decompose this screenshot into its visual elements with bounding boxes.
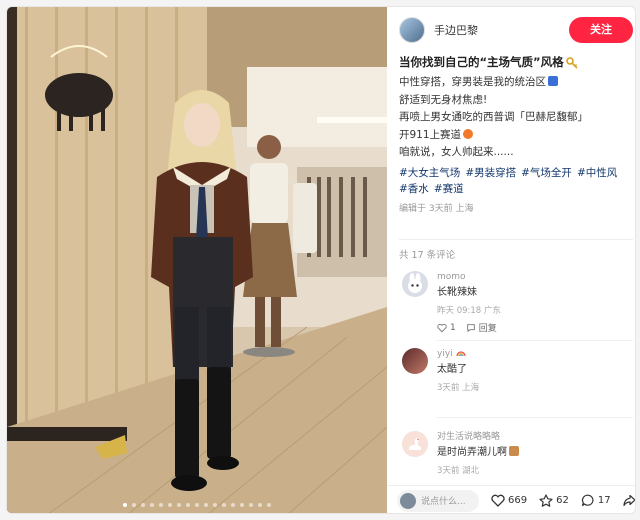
commenter-name-text: yiyi — [437, 349, 453, 359]
target-emoji-icon — [463, 128, 474, 139]
swan-avatar-icon — [409, 438, 422, 450]
post-line-text: 中性穿搭，穿男装是我的统治区 — [399, 76, 546, 88]
comment-count-badge: 17 — [597, 495, 611, 506]
post-body-line: 咱就说，女人帅起来...... — [399, 146, 514, 158]
emoji-sticker-icon — [509, 446, 519, 456]
comment-separator — [437, 340, 633, 341]
carousel-dot[interactable] — [231, 503, 235, 507]
tag-list: #大女主气场 #男装穿搭 #气场全开 #中性风 #香水 #赛道 — [399, 165, 631, 197]
carousel-dot[interactable] — [195, 503, 199, 507]
comment-like-button[interactable]: 1 — [437, 323, 456, 333]
rainbow-emoji-icon — [455, 351, 466, 357]
post-line-text: 开911上赛道 — [399, 128, 462, 141]
rabbit-avatar-icon — [408, 273, 422, 293]
commenter-name[interactable]: momo — [437, 271, 627, 283]
hashtag-link[interactable]: #气场全开 — [521, 167, 572, 179]
photo-illustration — [7, 7, 387, 513]
carousel-dot[interactable] — [177, 503, 181, 507]
comment-text: 长靴辣妹 — [437, 287, 477, 298]
commenter-name[interactable]: 对生活说略略略 — [437, 431, 627, 443]
share-icon — [622, 494, 635, 507]
post-detail-card: 手边巴黎 关注 当你找到自己的“主场气质”风格 中性穿搭，穿男装是我的统治区 舒… — [6, 6, 636, 514]
carousel-dot[interactable] — [204, 503, 208, 507]
suit-emoji-icon — [548, 76, 558, 86]
author-name[interactable]: 手边巴黎 — [434, 22, 478, 38]
carousel-dot[interactable] — [159, 503, 163, 507]
post-photo[interactable] — [7, 7, 387, 513]
comment-reply-label: 回复 — [478, 324, 497, 334]
comment-bubble-icon — [581, 494, 594, 507]
comment-input[interactable]: 说点什么... — [397, 489, 479, 512]
reply-icon — [466, 323, 475, 332]
comment-actions: 1 回复 — [437, 321, 627, 334]
star-icon — [539, 494, 553, 507]
carousel-dot[interactable] — [186, 503, 190, 507]
comment-separator — [437, 417, 633, 418]
comment-button[interactable]: 17 — [581, 494, 611, 507]
post-sidebar: 手边巴黎 关注 当你找到自己的“主场气质”风格 中性穿搭，穿男装是我的统治区 舒… — [387, 7, 635, 513]
post-body-line: 舒适到无身材焦虑! — [399, 93, 488, 106]
hashtag-link[interactable]: #香水 — [399, 183, 429, 195]
comment-meta: 3天前 上海 — [437, 383, 480, 393]
comment-body: yiyi 太酷了 3天前 上海 — [437, 348, 627, 393]
comment-input-placeholder: 说点什么... — [421, 497, 466, 507]
carousel-dot[interactable] — [141, 503, 145, 507]
share-button[interactable] — [622, 494, 635, 507]
carousel-dot[interactable] — [258, 503, 262, 507]
key-icon — [565, 56, 578, 69]
comment-meta: 昨天 09:18 广东 — [437, 306, 501, 316]
commenter-avatar[interactable] — [402, 431, 428, 457]
carousel-dot[interactable] — [267, 503, 271, 507]
post-title: 当你找到自己的“主场气质”风格 — [399, 54, 631, 71]
comment-like-count: 1 — [450, 322, 456, 333]
carousel-dot[interactable] — [132, 503, 136, 507]
carousel-dot[interactable] — [249, 503, 253, 507]
follow-button[interactable]: 关注 — [569, 17, 633, 43]
like-count: 669 — [508, 495, 528, 506]
comment-body: 对生活说略略略 是时尚弄潮儿啊 3天前 湖北 — [437, 431, 627, 476]
carousel-dot[interactable] — [123, 503, 127, 507]
author-avatar[interactable] — [399, 17, 425, 43]
engagement-bar: 说点什么... 669 62 17 — [387, 485, 635, 513]
star-count: 62 — [556, 495, 569, 506]
commenter-avatar[interactable] — [402, 271, 428, 297]
comment-body: momo 长靴辣妹 昨天 09:18 广东 1 回复 — [437, 271, 627, 334]
comment-count: 共 17 条评论 — [399, 250, 456, 261]
comment-text: 是时尚弄潮儿啊 — [437, 446, 627, 460]
section-divider — [399, 239, 633, 240]
comment-meta: 3天前 湖北 — [437, 466, 480, 476]
carousel-dot[interactable] — [222, 503, 226, 507]
post-body-line: 再喷上男女通吃的西普调「巴赫尼馥郁」 — [399, 111, 588, 123]
star-button[interactable]: 62 — [539, 494, 569, 507]
post-body-line: 开911上赛道 — [399, 127, 631, 145]
post-edit-meta: 编辑于 3天前 上海 — [399, 203, 474, 214]
author-header: 手边巴黎 关注 — [399, 13, 633, 47]
post-title-text: 当你找到自己的“主场气质”风格 — [399, 55, 564, 69]
hashtag-link[interactable]: #大女主气场 — [399, 167, 460, 179]
like-button[interactable]: 669 — [491, 494, 527, 507]
current-user-avatar — [400, 492, 416, 509]
carousel-dot[interactable] — [240, 503, 244, 507]
comment-text: 太酷了 — [437, 364, 467, 375]
hashtag-link[interactable]: #中性风 — [577, 167, 617, 179]
post-body-line: 中性穿搭，穿男装是我的统治区 — [399, 74, 631, 92]
heart-icon — [437, 323, 447, 332]
post-content: 当你找到自己的“主场气质”风格 中性穿搭，穿男装是我的统治区 舒适到无身材焦虑!… — [399, 54, 631, 214]
carousel-indicator[interactable] — [7, 503, 387, 507]
hashtag-link[interactable]: #男装穿搭 — [465, 167, 516, 179]
comment-text-content: 是时尚弄潮儿啊 — [437, 447, 507, 458]
page-background: 手边巴黎 关注 当你找到自己的“主场气质”风格 中性穿搭，穿男装是我的统治区 舒… — [0, 0, 640, 520]
carousel-dot[interactable] — [213, 503, 217, 507]
hashtag-link[interactable]: #赛道 — [434, 183, 464, 195]
commenter-avatar[interactable] — [402, 348, 428, 374]
comment-reply-button[interactable]: 回复 — [466, 321, 497, 334]
commenter-name[interactable]: yiyi — [437, 348, 627, 360]
carousel-dot[interactable] — [168, 503, 172, 507]
carousel-dot[interactable] — [150, 503, 154, 507]
heart-icon — [491, 494, 505, 507]
